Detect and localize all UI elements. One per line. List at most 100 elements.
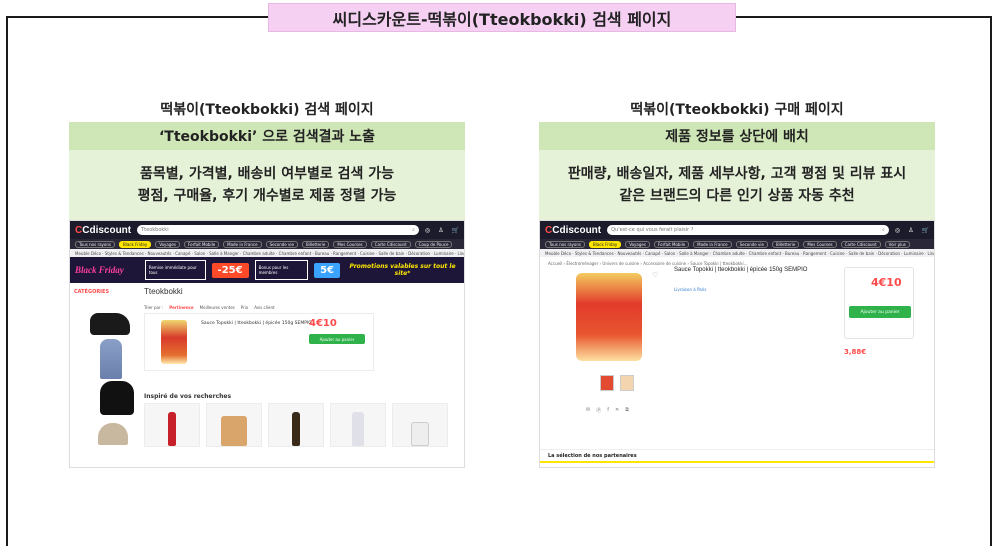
nav-item[interactable]: Voir plus	[884, 240, 910, 248]
nav-item[interactable]: Forfait Mobile	[653, 240, 690, 248]
breadcrumb[interactable]: Accueil › Électroménager › Univers de cu…	[548, 261, 747, 266]
heart-icon[interactable]: ♡	[652, 271, 658, 279]
other-offer[interactable]: 3,88€	[844, 348, 914, 356]
recommendation-row	[144, 403, 448, 447]
sort-label: Trier par :	[144, 305, 164, 310]
section-details: 판매량, 배송일자, 제품 세부사항, 고객 평점 및 리뷰 표시 같은 브랜드…	[539, 150, 935, 220]
search-value: Tteokbokki	[141, 227, 169, 233]
inspire-heading: Inspiré de vos recherches	[144, 393, 232, 400]
product-card[interactable]: Sauce Topokki | tteokbokki | épicée 150g…	[144, 313, 374, 371]
main-nav: Tous nos rayons Black Friday Voyages For…	[540, 239, 934, 249]
cdiscount-logo[interactable]: CCdiscount	[75, 225, 131, 236]
nav-item[interactable]: Voyages	[625, 240, 650, 248]
site-header: CCdiscount Tteokbokki ⌕ ◎ ♙ 🛒	[70, 221, 464, 239]
account-icon[interactable]: ◎	[895, 227, 900, 234]
product-thumbnail[interactable]	[161, 320, 187, 364]
product-title: Sauce Topokki | tteokbokki | épicée 150g…	[674, 267, 808, 273]
cap-image[interactable]	[98, 423, 128, 445]
nav-item[interactable]: Seconde vie	[265, 240, 298, 248]
twitter-icon[interactable]: ✕	[615, 407, 619, 414]
nav-item[interactable]: Tous nos rayons	[545, 240, 585, 248]
delivery-label[interactable]: Livraison à Paris	[674, 287, 838, 292]
recommended-product[interactable]	[392, 403, 448, 447]
thumbnail[interactable]	[620, 375, 634, 391]
site-header: CCdiscount Qu'est-ce qui vous ferait pla…	[540, 221, 934, 239]
nav-item[interactable]: Black Friday	[588, 240, 622, 248]
sub-nav[interactable]: Meuble Déco · Styles & Tendances · Nouve…	[70, 249, 464, 257]
detail-line: 평점, 구매율, 후기 개수별로 제품 정렬 가능	[137, 188, 397, 204]
nav-item[interactable]: Carte Cdiscount	[370, 240, 411, 248]
shoe-image[interactable]	[100, 381, 134, 415]
account-icon[interactable]: ◎	[425, 227, 430, 234]
main-nav: Tous nos rayons Black Friday Voyages For…	[70, 239, 464, 249]
sort-option[interactable]: Meilleures ventes	[200, 305, 235, 310]
mail-icon[interactable]: ✉	[586, 407, 590, 414]
recommended-product[interactable]	[144, 403, 200, 447]
search-icon[interactable]: ⌕	[882, 227, 885, 233]
cart-icon[interactable]: 🛒	[452, 227, 459, 234]
sort-option[interactable]: Avis client	[254, 305, 274, 310]
bonus-value: 5€	[314, 262, 341, 278]
buy-box: 4€10 Ajouter au panier	[844, 267, 914, 339]
nav-item[interactable]: Coup de Pouce	[414, 240, 453, 248]
nav-item[interactable]: Seconde vie	[735, 240, 768, 248]
nav-item[interactable]: Black Friday	[118, 240, 152, 248]
recommended-product[interactable]	[206, 403, 262, 447]
detail-line: 같은 브랜드의 다른 인기 상품 자동 추천	[619, 188, 855, 204]
black-friday-label: Black Friday	[75, 265, 124, 275]
facebook-icon[interactable]: f	[607, 407, 609, 414]
discount-value: -25€	[211, 262, 249, 278]
product-info: Livraison à Paris	[674, 287, 838, 298]
nav-item[interactable]: Mes Courses	[803, 240, 837, 248]
section-summary: 제품 정보를 상단에 배치	[539, 122, 935, 150]
sort-option[interactable]: Pertinence	[169, 305, 193, 310]
pinterest-icon[interactable]: Ⓟ	[596, 407, 601, 414]
section-summary: ‘Tteokbokki’ 으로 검색결과 노출	[69, 122, 465, 150]
nav-item[interactable]: Carte Cdiscount	[840, 240, 881, 248]
search-input[interactable]: Tteokbokki ⌕	[137, 225, 419, 235]
product-price: 4€10	[871, 276, 902, 289]
share-icons: ✉ Ⓟ f ✕ ⧉	[586, 407, 629, 414]
add-to-cart-button[interactable]: Ajouter au panier	[849, 306, 911, 318]
promo-banner[interactable]: Black Friday Remise immédiate pour tous …	[70, 257, 464, 283]
recommended-product[interactable]	[330, 403, 386, 447]
sub-nav[interactable]: Meuble Déco · Styles & Tendances · Nouve…	[540, 249, 934, 257]
search-icon[interactable]: ⌕	[412, 227, 415, 233]
bonus-label: Bonus pour les membres	[254, 260, 309, 280]
user-icon[interactable]: ♙	[908, 227, 913, 234]
thumbnail[interactable]	[600, 375, 614, 391]
results-title: Tteokbokki	[144, 287, 183, 296]
nav-item[interactable]: Billetterie	[771, 240, 800, 248]
user-icon[interactable]: ♙	[438, 227, 443, 234]
nav-item[interactable]: Tous nos rayons	[75, 240, 115, 248]
nav-item[interactable]: Mes Courses	[333, 240, 367, 248]
detail-line: 품목별, 가격별, 배송비 여부별로 검색 가능	[140, 166, 394, 182]
search-page-section: 떡볶이(Tteokbokki) 검색 페이지 ‘Tteokbokki’ 으로 검…	[69, 100, 465, 468]
nav-item[interactable]: Made in France	[693, 240, 732, 248]
nav-item[interactable]: Billetterie	[301, 240, 330, 248]
product-name[interactable]: Sauce Topokki | tteokbokki | épicée 150g…	[201, 321, 312, 326]
cart-icon[interactable]: 🛒	[922, 227, 929, 234]
nav-item[interactable]: Voyages	[155, 240, 180, 248]
product-image[interactable]	[576, 273, 642, 361]
search-input[interactable]: Qu'est-ce qui vous ferait plaisir ? ⌕	[607, 225, 889, 235]
sort-option[interactable]: Prix	[241, 305, 248, 310]
nav-item[interactable]: Forfait Mobile	[183, 240, 220, 248]
partners-strip	[540, 461, 934, 463]
results-body: CATÉGORIES Tteokbokki Trier par : Pertin…	[70, 283, 464, 449]
search-placeholder: Qu'est-ce qui vous ferait plaisir ?	[611, 227, 694, 233]
apparel-image[interactable]	[100, 339, 122, 379]
section-heading: 떡볶이(Tteokbokki) 검색 페이지	[160, 102, 374, 118]
sort-options: Trier par : Pertinence Meilleures ventes…	[144, 305, 275, 310]
promo-text: Promotions valables sur tout le site*	[349, 263, 456, 277]
remise-label: Remise immédiate pour tous	[144, 260, 206, 280]
add-to-cart-button[interactable]: Ajouter au panier	[309, 334, 365, 344]
thumbnail-strip	[600, 375, 634, 391]
shoe-image[interactable]	[90, 313, 130, 335]
copy-icon[interactable]: ⧉	[625, 407, 629, 414]
recommended-product[interactable]	[268, 403, 324, 447]
product-price: 4€10	[309, 318, 337, 329]
nav-item[interactable]: Made in France	[223, 240, 262, 248]
cdiscount-logo[interactable]: CCdiscount	[545, 225, 601, 236]
other-offer-price: 3,88€	[844, 348, 867, 356]
